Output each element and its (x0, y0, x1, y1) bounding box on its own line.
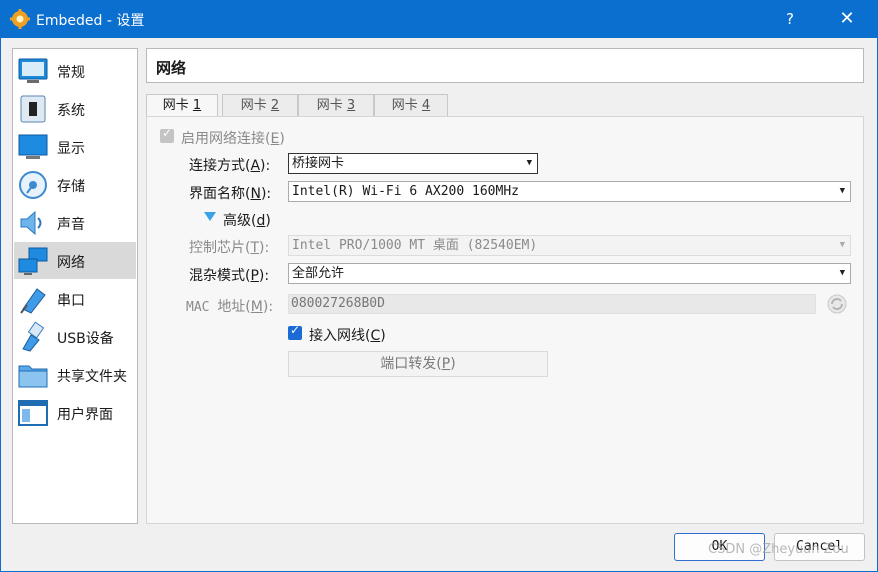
sidebar-item-label: 共享文件夹 (57, 369, 127, 385)
expand-triangle-icon[interactable] (204, 212, 216, 222)
sidebar-item-label: 串口 (57, 293, 85, 309)
network-icon (18, 247, 48, 275)
enable-adapter-checkbox[interactable]: ✓ (160, 126, 174, 143)
adapter-type-label: 控制芯片(T): (189, 240, 270, 256)
title-bar: Embeded - 设置 ? ✕ (0, 0, 878, 38)
tab-shortcut: 4 (421, 98, 431, 113)
adapter-type-select[interactable]: Intel PRO/1000 MT 桌面 (82540EM) ▼ (288, 235, 851, 256)
tab-label: 网卡 (162, 98, 193, 113)
storage-disk-icon (19, 171, 47, 199)
watermark: CSDN @Zheyuan Zou (708, 542, 849, 557)
attached-to-select[interactable]: 桥接网卡 ▼ (288, 153, 538, 174)
close-button[interactable]: ✕ (832, 7, 862, 31)
enable-adapter-label: 启用网络连接(E) (181, 131, 285, 147)
sidebar-item-serial[interactable]: 串口 (14, 280, 136, 317)
interface-name-select[interactable]: Intel(R) Wi-Fi 6 AX200 160MHz ▼ (288, 181, 851, 202)
sidebar-item-display[interactable]: 显示 (14, 128, 136, 165)
adapter-panel (146, 116, 864, 524)
sidebar-item-label: 声音 (57, 217, 85, 233)
tab-label: 网卡 (391, 98, 422, 113)
mac-address-field[interactable]: 080027268B0D (288, 294, 816, 314)
sidebar-item-label: 常规 (57, 65, 85, 81)
tab-label: 网卡 (240, 98, 271, 113)
general-settings-icon (18, 58, 48, 83)
sidebar-item-label: 显示 (57, 141, 85, 157)
shared-folder-icon (18, 365, 48, 388)
sidebar-item-system[interactable]: 系统 (14, 90, 136, 127)
tab-adapter-2[interactable]: 网卡 2 (222, 94, 298, 116)
mac-address-label: MAC 地址(M): (186, 299, 274, 315)
sidebar-item-audio[interactable]: 声音 (14, 204, 136, 241)
usb-icon (22, 321, 45, 352)
cable-connected-label: 接入网线(C) (309, 328, 386, 344)
sidebar-item-label: 系统 (57, 103, 85, 119)
chevron-down-icon: ▼ (839, 268, 845, 278)
chevron-down-icon: ▼ (839, 240, 845, 250)
sidebar-item-label: 网络 (57, 255, 85, 271)
tab-label: 网卡 (316, 98, 347, 113)
page-title: 网络 (156, 59, 187, 77)
tab-adapter-1[interactable]: 网卡 1 (146, 94, 218, 117)
check-mark-icon: ✓ (162, 126, 173, 140)
sidebar-item-label: USB设备 (57, 331, 114, 347)
system-chip-icon (20, 95, 46, 123)
interface-name-label: 界面名称(N): (189, 186, 272, 202)
check-mark-icon: ✓ (290, 323, 301, 337)
port-forwarding-button[interactable]: 端口转发(P) (288, 351, 548, 377)
sidebar-item-general[interactable]: 常规 (14, 52, 136, 89)
help-button[interactable]: ? (776, 7, 804, 31)
sidebar-item-label: 存储 (57, 179, 85, 195)
page-header: 网络 (146, 48, 864, 83)
serial-port-icon (20, 288, 46, 314)
tab-adapter-4[interactable]: 网卡 4 (374, 94, 448, 116)
sidebar-item-label: 用户界面 (57, 407, 113, 423)
sidebar-item-network[interactable]: 网络 (14, 242, 136, 279)
sidebar-item-usb[interactable]: USB设备 (14, 318, 136, 355)
advanced-toggle[interactable]: 高级(d) (223, 210, 271, 230)
sidebar-item-storage[interactable]: 存储 (14, 166, 136, 203)
tab-shortcut: 2 (270, 98, 280, 113)
tab-shortcut: 3 (346, 98, 356, 113)
chevron-down-icon: ▼ (526, 158, 532, 168)
virtualbox-settings-icon (10, 9, 30, 29)
display-monitor-icon (18, 134, 48, 159)
tab-shortcut: 1 (192, 98, 202, 113)
promiscuous-mode-label: 混杂模式(P): (189, 268, 270, 284)
refresh-mac-icon[interactable] (827, 294, 847, 314)
settings-sidebar: 常规 系统 显示 存储 声音 网络 串口 USB设备 共享文件夹 用户界面 (12, 48, 138, 524)
speaker-icon (20, 210, 42, 236)
window-title: Embeded - 设置 (36, 13, 145, 29)
attached-to-label: 连接方式(A): (189, 158, 271, 174)
window-border-left (0, 38, 1, 572)
chevron-down-icon: ▼ (839, 186, 845, 196)
sidebar-item-shared-folders[interactable]: 共享文件夹 (14, 356, 136, 393)
promiscuous-mode-select[interactable]: 全部允许 ▼ (288, 263, 851, 284)
cable-connected-checkbox[interactable]: ✓ (288, 323, 302, 340)
tab-adapter-3[interactable]: 网卡 3 (298, 94, 374, 116)
sidebar-item-user-interface[interactable]: 用户界面 (14, 394, 136, 431)
user-interface-icon (18, 400, 48, 426)
